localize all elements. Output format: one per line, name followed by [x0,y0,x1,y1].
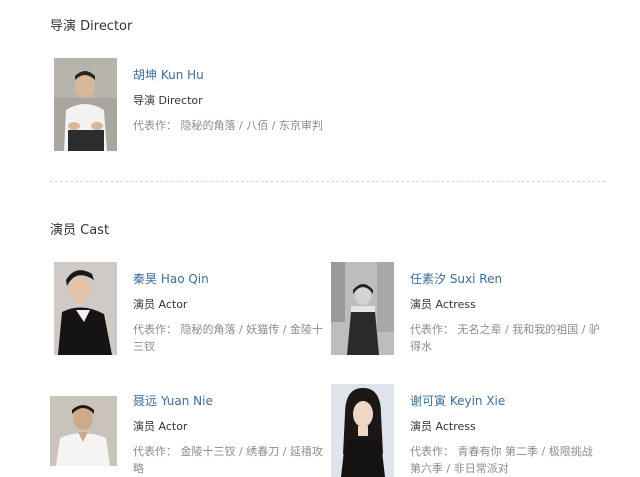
separator: / [235,323,247,336]
section-divider [50,181,605,182]
works-label: 代表作： [133,323,177,336]
work-link[interactable]: 绣春刀 [246,445,279,458]
person-photo[interactable] [50,396,117,466]
separator: / [279,323,290,336]
person-photo[interactable] [331,384,394,477]
work-link[interactable]: 我和我的祖国 [512,323,578,336]
person-photo[interactable] [331,262,394,355]
work-link[interactable]: 隐秘的角落 [181,323,236,336]
person-photo[interactable] [54,58,117,151]
director-section-title: 导演 Director [50,19,133,34]
person-role: 演员 Actress [410,420,476,433]
person-name[interactable]: 谢可寅 Keyin Xie [410,392,605,409]
work-link[interactable]: 无名之辈 [458,323,502,336]
person-name[interactable]: 秦昊 Hao Qin [133,270,325,287]
separator: / [235,445,247,458]
person-name[interactable]: 任素汐 Suxi Ren [410,270,605,287]
person-name[interactable]: 胡坤 Kun Hu [133,66,333,83]
separator: / [443,462,454,475]
person-photo[interactable] [54,262,117,355]
work-link[interactable]: 隐秘的角落 [181,119,236,132]
separator: / [268,119,279,132]
representative-works: 代表作： 无名之辈 / 我和我的祖国 / 驴得水 [410,321,605,355]
work-link[interactable]: 妖猫传 [246,323,279,336]
work-link[interactable]: 金陵十三钗 [181,445,236,458]
representative-works: 代表作： 隐秘的角落 / 八佰 / 东京审判 [133,117,333,134]
works-label: 代表作： [410,323,454,336]
works-label: 代表作： [133,119,177,132]
representative-works: 代表作： 金陵十三钗 / 绣春刀 / 延禧攻略 [133,443,333,477]
work-link[interactable]: 青春有你 第二季 [458,445,539,458]
separator: / [578,323,589,336]
separator: / [538,445,549,458]
work-link[interactable]: 非日常派对 [454,462,509,475]
person-role: 导演 Director [133,94,203,107]
works-label: 代表作： [133,445,177,458]
person-role: 演员 Actor [133,420,188,433]
separator: / [235,119,247,132]
separator: / [501,323,513,336]
works-label: 代表作： [410,445,454,458]
representative-works: 代表作： 隐秘的角落 / 妖猫传 / 金陵十三钗 [133,321,325,355]
cast-section-title: 演员 Cast [50,223,110,238]
representative-works: 代表作： 青春有你 第二季 / 极限挑战 第六季 / 非日常派对 [410,443,605,477]
work-link[interactable]: 东京审判 [279,119,323,132]
separator: / [279,445,290,458]
work-link[interactable]: 八佰 [246,119,268,132]
person-name[interactable]: 聂远 Yuan Nie [133,392,333,409]
person-role: 演员 Actor [133,298,188,311]
person-role: 演员 Actress [410,298,476,311]
